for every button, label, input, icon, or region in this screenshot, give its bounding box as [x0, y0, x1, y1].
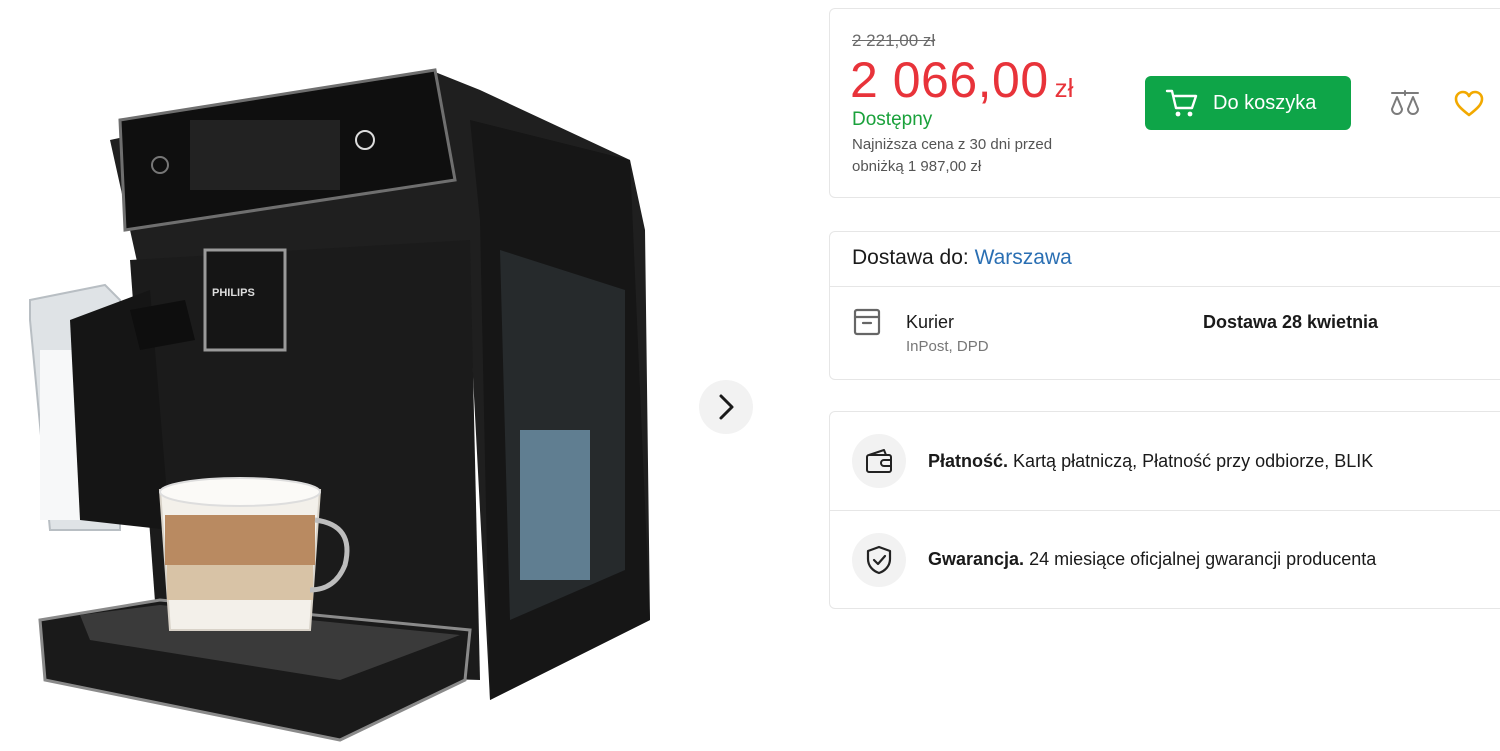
payment-text: Płatność. Kartą płatniczą, Płatność przy…: [928, 451, 1373, 472]
cart-icon: [1165, 89, 1198, 117]
warranty-icon-wrap: [852, 532, 906, 587]
payment-title: Płatność.: [928, 450, 1009, 471]
delivery-label: Dostawa do:: [852, 246, 969, 269]
product-image[interactable]: PHILIPS: [10, 60, 670, 750]
warranty-description: 24 miesiące oficjalnej gwarancji produce…: [1029, 549, 1377, 569]
compare-icon: [1391, 90, 1419, 115]
old-price: 2 221,00 zł: [852, 31, 936, 50]
info-box: Płatność. Kartą płatniczą, Płatność przy…: [829, 411, 1500, 609]
compare-button[interactable]: [1388, 89, 1422, 124]
availability-status: Dostępny: [852, 109, 933, 130]
wishlist-button[interactable]: [1454, 90, 1484, 123]
payment-icon-wrap: [852, 434, 906, 488]
chevron-right-icon: [719, 394, 734, 420]
delivery-date: Dostawa 28 kwietnia: [1203, 312, 1379, 332]
price-currency: zł: [1054, 73, 1074, 103]
lowest-price-note: Najniższa cena z 30 dni przed obniżką 1 …: [852, 136, 1053, 175]
product-gallery: PHILIPS: [0, 0, 800, 751]
current-price: 2 066,00 zł: [850, 51, 1073, 109]
wallet-icon: [866, 449, 892, 473]
box-icon: [853, 308, 881, 336]
warranty-row: Gwarancja. 24 miesiące oficjalnej gwaran…: [830, 510, 1500, 608]
delivery-header: Dostawa do: Warszawa: [852, 246, 1072, 270]
payment-row: Płatność. Kartą płatniczą, Płatność przy…: [830, 412, 1500, 510]
price-amount: 2 066,00: [850, 52, 1049, 108]
shield-check-icon: [866, 545, 892, 574]
add-to-cart-label: Do koszyka: [1213, 91, 1317, 114]
brand-logo: PHILIPS: [212, 287, 255, 299]
divider: [830, 286, 1500, 287]
warranty-text: Gwarancja. 24 miesiące oficjalnej gwaran…: [928, 549, 1376, 570]
price-box: 2 221,00 zł 2 066,00 zł Dostępny Najniżs…: [829, 8, 1500, 198]
courier-name: Kurier: [906, 312, 955, 332]
courier-providers: InPost, DPD: [906, 338, 989, 355]
payment-methods: Kartą płatniczą, Płatność przy odbiorze,…: [1013, 450, 1374, 471]
heart-icon: [1454, 90, 1484, 117]
add-to-cart-button[interactable]: Do koszyka: [1145, 76, 1351, 130]
delivery-box: Dostawa do: Warszawa Kurier InPost, DPD …: [829, 231, 1500, 380]
delivery-city-link[interactable]: Warszawa: [975, 246, 1072, 269]
gallery-next-button[interactable]: [699, 380, 753, 434]
warranty-title: Gwarancja.: [928, 549, 1025, 569]
